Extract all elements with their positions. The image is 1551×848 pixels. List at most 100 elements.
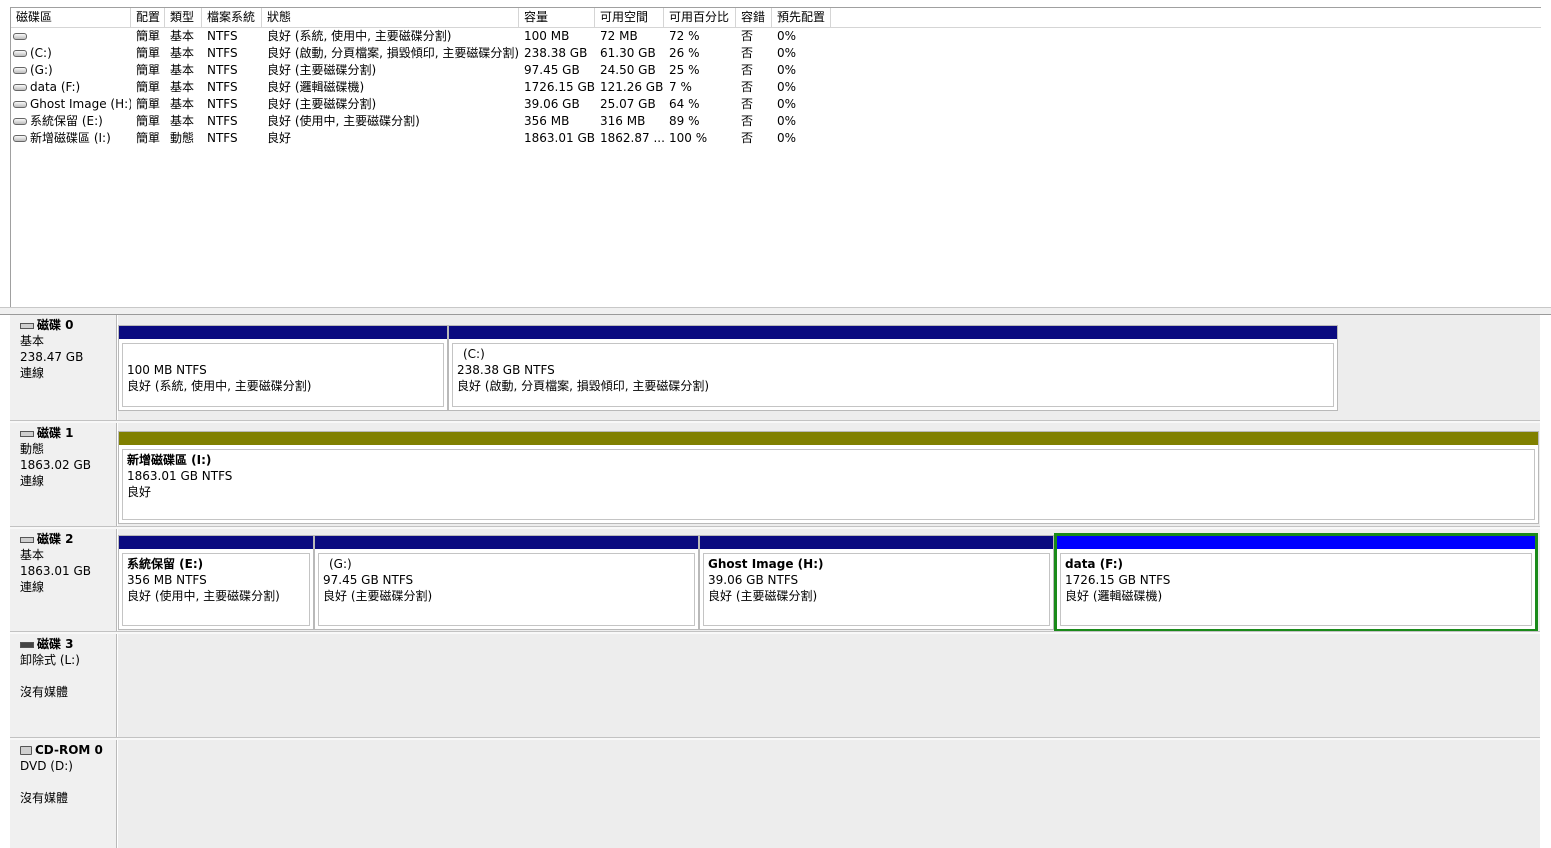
volume-row[interactable]: 新增磁碟區 (I:) 簡單 動態 NTFS 良好 1863.01 GB 1862.87 ..… <box>11 130 1541 147</box>
volume-cell-name: 系統保留 (E:) <box>11 113 131 130</box>
volume-cell-status: 良好 (啟動, 分頁檔案, 損毀傾印, 主要磁碟分割) <box>262 45 519 62</box>
volume-ft-text: 否 <box>741 80 754 94</box>
col-header-fault-tolerance[interactable]: 容錯 <box>736 8 772 27</box>
col-header-status[interactable]: 狀態 <box>262 8 519 27</box>
col-header-volume[interactable]: 磁碟區 <box>11 8 131 27</box>
disk-label-0[interactable]: 磁碟 0 基本 238.47 GB 連線 <box>10 315 117 420</box>
disk-size <box>20 774 116 790</box>
volume-free-text: 72 MB <box>600 29 638 43</box>
volume-drive-icon <box>13 84 27 91</box>
volume-drive-icon <box>13 135 27 142</box>
partition-f-selected[interactable]: data (F:) 1726.15 GB NTFS 良好 (邏輯磁碟機) <box>1054 533 1538 632</box>
volume-cell-free: 316 MB <box>595 113 664 130</box>
volume-type-text: 基本 <box>170 80 195 94</box>
volume-cell-fs: NTFS <box>202 45 262 62</box>
volume-type-text: 基本 <box>170 29 195 43</box>
volume-fs-text: NTFS <box>207 80 238 94</box>
volume-list[interactable]: 磁碟區 配置 類型 檔案系統 狀態 容量 可用空間 可用百分比 容錯 預先配置 … <box>10 7 1541 308</box>
disk-state: 連線 <box>20 474 45 488</box>
volume-cell-ft: 否 <box>736 113 772 130</box>
volume-cell-name: data (F:) <box>11 79 131 96</box>
volume-cell-fs: NTFS <box>202 113 262 130</box>
col-header-capacity[interactable]: 容量 <box>519 8 595 27</box>
volume-ft-text: 否 <box>741 97 754 111</box>
volume-cell-overhead: 0% <box>772 113 831 130</box>
volume-cell-type: 基本 <box>165 113 202 130</box>
volume-capacity-text: 238.38 GB <box>524 46 588 60</box>
volume-row[interactable]: 簡單 基本 NTFS 良好 (系統, 使用中, 主要磁碟分割) 100 MB 72 MB 7… <box>11 28 1541 45</box>
volume-row[interactable]: Ghost Image (H:) 簡單 基本 NTFS 良好 (主要磁碟分割) 39.06… <box>11 96 1541 113</box>
partition-bar <box>119 326 447 339</box>
disk-label-2[interactable]: 磁碟 2 基本 1863.01 GB 連線 <box>10 529 117 631</box>
volume-overhead-text: 0% <box>777 63 797 77</box>
col-header-layout[interactable]: 配置 <box>131 8 165 27</box>
volume-status-text: 良好 (使用中, 主要磁碟分割) <box>267 114 420 128</box>
pane-splitter[interactable] <box>0 307 1551 315</box>
partition-c[interactable]: (C:) 238.38 GB NTFS 良好 (啟動, 分頁檔案, 損毀傾印, … <box>448 325 1338 411</box>
volume-free-text: 316 MB <box>600 114 646 128</box>
partition-i[interactable]: 新增磁碟區 (I:) 1863.01 GB NTFS 良好 <box>118 431 1539 524</box>
volume-layout-text: 簡單 <box>136 97 161 111</box>
disk-label-1[interactable]: 磁碟 1 動態 1863.02 GB 連線 <box>10 423 117 526</box>
disk-size: 238.47 GB <box>20 350 84 364</box>
volume-row[interactable]: (C:) 簡單 基本 NTFS 良好 (啟動, 分頁檔案, 損毀傾印, 主要磁碟分割) 2… <box>11 45 1541 62</box>
volume-free-text: 24.50 GB <box>600 63 656 77</box>
volume-row[interactable]: (G:) 簡單 基本 NTFS 良好 (主要磁碟分割) 97.45 GB 24.50 GB 2… <box>11 62 1541 79</box>
volume-pct-text: 25 % <box>669 63 700 77</box>
col-header-filesystem[interactable]: 檔案系統 <box>202 8 262 27</box>
disk-name: 磁碟 1 <box>37 426 74 440</box>
partition-h[interactable]: Ghost Image (H:) 39.06 GB NTFS 良好 (主要磁碟分… <box>699 535 1054 630</box>
volume-cell-status: 良好 (主要磁碟分割) <box>262 62 519 79</box>
partition-bar <box>315 536 698 549</box>
disk-area-3 <box>118 634 1540 737</box>
volume-cell-pct: 64 % <box>664 96 736 113</box>
volume-cell-layout: 簡單 <box>131 96 165 113</box>
disk-name: 磁碟 0 <box>37 318 74 332</box>
partition-system[interactable]: 100 MB NTFS 良好 (系統, 使用中, 主要磁碟分割) <box>118 325 448 411</box>
volume-type-text: 基本 <box>170 63 195 77</box>
volume-cell-pct: 25 % <box>664 62 736 79</box>
col-header-percent-free[interactable]: 可用百分比 <box>664 8 736 27</box>
col-header-free-space[interactable]: 可用空間 <box>595 8 664 27</box>
col-header-type[interactable]: 類型 <box>165 8 202 27</box>
volume-fs-text: NTFS <box>207 46 238 60</box>
volume-ft-text: 否 <box>741 114 754 128</box>
volume-cell-capacity: 356 MB <box>519 113 595 130</box>
volume-drive-icon <box>13 50 27 57</box>
volume-cell-capacity: 1726.15 GB <box>519 79 595 96</box>
volume-cell-layout: 簡單 <box>131 62 165 79</box>
volume-overhead-text: 0% <box>777 46 797 60</box>
volume-cell-pct: 7 % <box>664 79 736 96</box>
volume-cell-ft: 否 <box>736 79 772 96</box>
volume-cell-capacity: 39.06 GB <box>519 96 595 113</box>
disk-label-cdrom[interactable]: CD-ROM 0 DVD (D:) 沒有媒體 <box>10 740 117 848</box>
volume-cell-type: 基本 <box>165 79 202 96</box>
partition-status: 良好 (使用中, 主要磁碟分割) <box>127 589 280 603</box>
partition-title: 新增磁碟區 (I:) <box>127 453 212 467</box>
volume-cell-overhead: 0% <box>772 45 831 62</box>
disk-label-3[interactable]: 磁碟 3 卸除式 (L:) 沒有媒體 <box>10 634 117 737</box>
volume-capacity-text: 97.45 GB <box>524 63 580 77</box>
volume-cell-status: 良好 (使用中, 主要磁碟分割) <box>262 113 519 130</box>
volume-layout-text: 簡單 <box>136 63 161 77</box>
volume-row[interactable]: 系統保留 (E:) 簡單 基本 NTFS 良好 (使用中, 主要磁碟分割) 356 MB 3… <box>11 113 1541 130</box>
volume-cell-name: (C:) <box>11 45 131 62</box>
partition-g[interactable]: (G:) 97.45 GB NTFS 良好 (主要磁碟分割) <box>314 535 699 630</box>
partition-e[interactable]: 系統保留 (E:) 356 MB NTFS 良好 (使用中, 主要磁碟分割) <box>118 535 314 630</box>
volume-cell-layout: 簡單 <box>131 113 165 130</box>
volume-cell-pct: 100 % <box>664 130 736 147</box>
volume-cell-ft: 否 <box>736 28 772 45</box>
partition-size: 238.38 GB NTFS <box>457 363 555 377</box>
partition-title: data (F:) <box>1065 557 1124 571</box>
volume-cell-type: 基本 <box>165 28 202 45</box>
volume-capacity-text: 1863.01 GB <box>524 131 595 145</box>
volume-status-text: 良好 (啟動, 分頁檔案, 損毀傾印, 主要磁碟分割) <box>267 46 519 60</box>
col-header-overhead[interactable]: 預先配置 <box>772 8 831 27</box>
volume-name-text: Ghost Image (H:) <box>30 97 131 111</box>
volume-row[interactable]: data (F:) 簡單 基本 NTFS 良好 (邏輯磁碟機) 1726.15 GB 121… <box>11 79 1541 96</box>
volume-cell-name: (G:) <box>11 62 131 79</box>
volume-fs-text: NTFS <box>207 29 238 43</box>
partition-title: (C:) <box>463 347 485 361</box>
volume-overhead-text: 0% <box>777 29 797 43</box>
volume-cell-ft: 否 <box>736 96 772 113</box>
